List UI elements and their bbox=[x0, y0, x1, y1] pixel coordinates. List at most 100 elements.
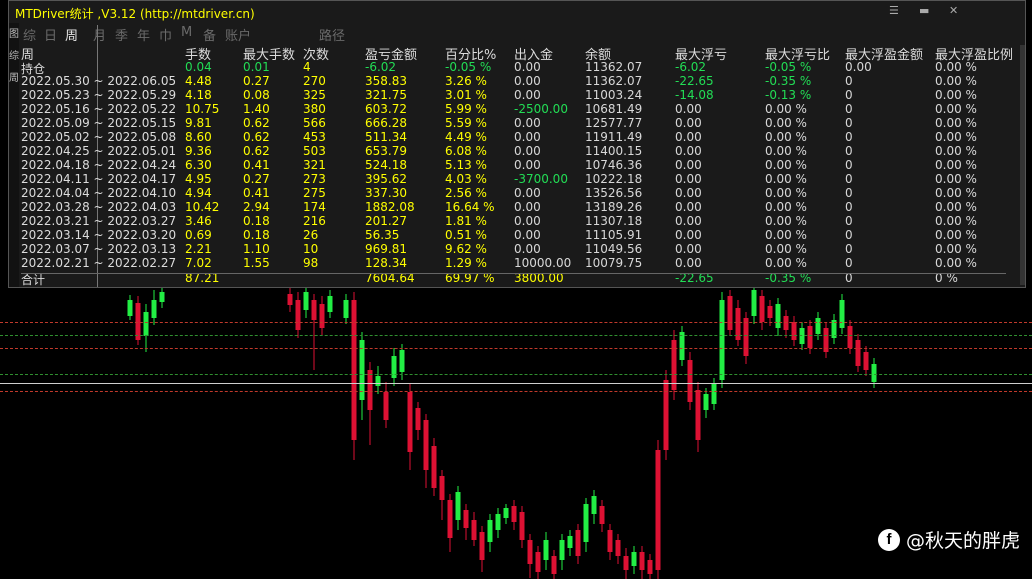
cell-lots: 4.95 bbox=[185, 172, 212, 186]
cell-pnl: 603.72 bbox=[365, 102, 407, 116]
candle-body bbox=[527, 540, 533, 564]
candle-body bbox=[535, 552, 541, 572]
tab-account[interactable]: 账户 bbox=[225, 25, 251, 44]
left-strip-item[interactable]: 周 bbox=[9, 69, 19, 84]
cell-pct: 9.62 % bbox=[445, 242, 487, 256]
cell-pnl: 666.28 bbox=[365, 116, 407, 130]
cell-pnl: 969.81 bbox=[365, 242, 407, 256]
cell-max-drawdown-pct: 0.00 % bbox=[765, 200, 807, 214]
candle-body bbox=[159, 292, 165, 302]
cell-max-drawdown: 0.00 bbox=[675, 214, 702, 228]
cell-max-lots: 0.62 bbox=[243, 116, 270, 130]
settings-icon[interactable]: ☰ bbox=[889, 4, 899, 17]
cell-max-drawdown-pct: 0.00 % bbox=[765, 102, 807, 116]
cell-period: 2022.05.16 ~ 2022.05.22 bbox=[21, 102, 177, 116]
candle-body bbox=[655, 450, 661, 570]
cell-period: 2022.03.14 ~ 2022.03.20 bbox=[21, 228, 177, 242]
cell-max-float-profit-pct: 0.00 % bbox=[935, 228, 977, 242]
candle-body bbox=[431, 446, 437, 488]
cell-balance: 10079.75 bbox=[585, 256, 643, 270]
left-strip-item[interactable]: 图 bbox=[9, 25, 19, 40]
close-icon[interactable]: ✕ bbox=[949, 4, 958, 17]
cell-balance: 11911.49 bbox=[585, 130, 643, 144]
cell-pnl: 395.62 bbox=[365, 172, 407, 186]
candle-body bbox=[767, 306, 773, 318]
cell-max-lots: 1.55 bbox=[243, 256, 270, 270]
candle-body bbox=[815, 318, 821, 334]
cell-flow: 0.00 bbox=[514, 158, 541, 172]
cell-max-drawdown: 0.00 bbox=[675, 172, 702, 186]
left-strip-item[interactable]: 综 bbox=[9, 47, 19, 62]
tab-symbol[interactable]: 巾 bbox=[159, 25, 172, 44]
candle-body bbox=[591, 496, 597, 514]
cell-pnl: 128.34 bbox=[365, 256, 407, 270]
candle-body bbox=[647, 560, 653, 574]
cell-max-drawdown: -6.02 bbox=[675, 60, 707, 74]
cell-max-drawdown-pct: 0.00 % bbox=[765, 172, 807, 186]
cell-pct: 1.81 % bbox=[445, 214, 487, 228]
cell-max-lots: 0.62 bbox=[243, 130, 270, 144]
cell-count: 10 bbox=[303, 242, 319, 256]
cell-max-float-profit: 0 bbox=[845, 228, 853, 242]
candle-body bbox=[679, 332, 685, 360]
cell-flow: 0.00 bbox=[514, 228, 541, 242]
cell-count: 98 bbox=[303, 256, 319, 270]
cell-max-float-profit: 0 bbox=[845, 214, 853, 228]
minimize-icon[interactable]: ▬ bbox=[919, 4, 929, 17]
cell-max-drawdown: 0.00 bbox=[675, 186, 702, 200]
cell-count: 453 bbox=[303, 130, 326, 144]
candle-body bbox=[783, 316, 789, 330]
cell-count: 174 bbox=[303, 200, 326, 214]
panel-scrollbar[interactable] bbox=[1020, 45, 1025, 285]
cell-pnl: 358.83 bbox=[365, 74, 407, 88]
cell-pnl: 321.75 bbox=[365, 88, 407, 102]
cell-max-drawdown: 0.00 bbox=[675, 102, 702, 116]
panel-titlebar[interactable]: MTDriver统计 ,V3.12 (http://mtdriver.cn) ☰… bbox=[9, 1, 1025, 23]
tab-magic[interactable]: M bbox=[181, 25, 192, 40]
cell-max-drawdown: -14.08 bbox=[675, 88, 714, 102]
candle-body bbox=[695, 390, 701, 440]
cell-period: 2022.03.28 ~ 2022.04.03 bbox=[21, 200, 177, 214]
tab-year[interactable]: 年 bbox=[137, 25, 150, 44]
cell-lots: 8.60 bbox=[185, 130, 212, 144]
cell-pct: 0.51 % bbox=[445, 228, 487, 242]
cell-max-lots: 0.27 bbox=[243, 172, 270, 186]
cell-max-float-profit: 0 bbox=[845, 172, 853, 186]
candle-body bbox=[327, 296, 333, 312]
candle-body bbox=[415, 408, 421, 430]
tab-summary[interactable]: 综 bbox=[23, 25, 36, 44]
tab-comment[interactable]: 备 bbox=[203, 25, 216, 44]
cell-pct: 5.13 % bbox=[445, 158, 487, 172]
candle-body bbox=[703, 394, 709, 410]
cell-count: 216 bbox=[303, 214, 326, 228]
cell-max-lots: 0.62 bbox=[243, 144, 270, 158]
tab-day[interactable]: 日 bbox=[44, 25, 57, 44]
cell-max-float-profit-pct: 0.00 % bbox=[935, 116, 977, 130]
cell-max-drawdown: 0.00 bbox=[675, 200, 702, 214]
cell-pnl: 1882.08 bbox=[365, 200, 415, 214]
cell-max-float-profit: 0 bbox=[845, 158, 853, 172]
cell-max-float-profit: 0.00 bbox=[845, 60, 872, 74]
candle-body bbox=[351, 300, 357, 440]
cell-max-drawdown: 0.00 bbox=[675, 256, 702, 270]
tab-month[interactable]: 月 bbox=[93, 25, 106, 44]
cell-pnl: 511.34 bbox=[365, 130, 407, 144]
tab-week[interactable]: 周 bbox=[65, 25, 78, 44]
total-divider bbox=[21, 273, 1006, 274]
cell-max-float-profit: 0 bbox=[845, 144, 853, 158]
cell-balance: 10222.18 bbox=[585, 172, 643, 186]
cell-max-float-profit: 0 bbox=[845, 116, 853, 130]
cell-lots: 10.42 bbox=[185, 200, 220, 214]
cell-lots: 2.21 bbox=[185, 242, 212, 256]
cell-flow: 0.00 bbox=[514, 130, 541, 144]
cell-max-drawdown: 0.00 bbox=[675, 242, 702, 256]
candle-body bbox=[303, 292, 309, 310]
tab-path[interactable]: 路径 bbox=[319, 25, 345, 44]
tab-quarter[interactable]: 季 bbox=[115, 25, 128, 44]
cell-balance: 13189.26 bbox=[585, 200, 643, 214]
cell-max-drawdown-pct: 0.00 % bbox=[765, 256, 807, 270]
level-line bbox=[0, 322, 1032, 323]
cell-max-lots: 0.41 bbox=[243, 186, 270, 200]
cell-flow: -2500.00 bbox=[514, 102, 568, 116]
cell-max-lots: 0.08 bbox=[243, 88, 270, 102]
